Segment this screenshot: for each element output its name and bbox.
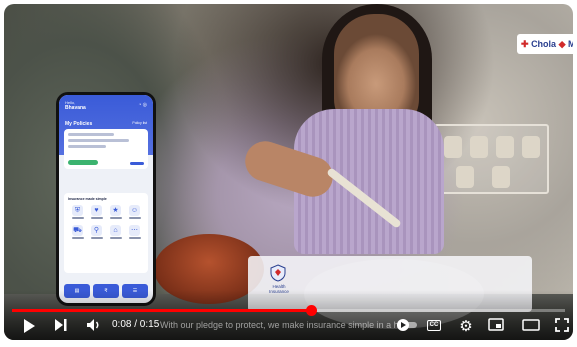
brand-dot-icon: ◆	[558, 39, 566, 49]
jar	[492, 166, 510, 188]
app-header-icons: ◔ ◎	[138, 102, 147, 108]
next-button[interactable]	[52, 318, 70, 337]
video-player[interactable]: ✚ Chola ◆ MS Health Insurance Hello, Bha…	[0, 0, 577, 347]
volume-button[interactable]	[84, 318, 104, 337]
grid-item: ⛨	[68, 205, 87, 219]
app-greeting: Hello,	[65, 100, 76, 105]
jar	[456, 166, 474, 188]
play-icon	[24, 319, 35, 333]
kitchen-shelf	[434, 124, 549, 194]
volume-icon	[87, 319, 99, 331]
theater-mode-button[interactable]	[521, 318, 541, 336]
brand-logo-icon: ✚	[521, 39, 529, 49]
brand-logo: ✚ Chola ◆ MS	[517, 34, 573, 54]
subtitles-button[interactable]: CC	[427, 320, 441, 331]
policy-view-link	[130, 162, 144, 165]
grid-item: ★	[106, 205, 125, 219]
insurance-grid: ⛨ ♥ ★ ☺ ⛟ ⚲ ⌂ ⋯	[68, 205, 144, 239]
progress-bar[interactable]	[12, 305, 565, 316]
grid-item: ⌂	[106, 225, 125, 239]
policy-line	[68, 133, 114, 136]
user-icon: ☺	[129, 205, 140, 216]
fullscreen-button[interactable]	[553, 318, 571, 337]
policy-status-pill	[68, 160, 98, 165]
next-icon	[55, 319, 67, 331]
phone-screen: Hello, Bhavana ◔ ◎ My Policies Policy li…	[59, 95, 153, 303]
jar	[496, 136, 514, 158]
grid-item: ⛟	[68, 225, 87, 239]
fullscreen-icon	[555, 318, 569, 332]
grid-item: ☺	[125, 205, 144, 219]
more-icon: ⋯	[129, 225, 140, 236]
subtitles-icon: CC	[429, 322, 439, 328]
policy-line	[68, 145, 106, 148]
autoplay-toggle[interactable]	[395, 318, 421, 337]
settings-button[interactable]: ⚙	[457, 318, 475, 336]
grid-item: ⚲	[87, 225, 106, 239]
bike-icon: ⚲	[91, 225, 102, 236]
notification-icon: ◔	[138, 102, 142, 108]
brand-name: Chola	[531, 39, 557, 49]
insurance-simple-title: Insurance made simple	[68, 197, 107, 201]
progress-played	[12, 309, 311, 312]
insurance-simple-card: Insurance made simple ⛨ ♥ ★ ☺ ⛟ ⚲ ⌂ ⋯	[64, 193, 148, 273]
jar	[444, 136, 462, 158]
grid-item: ⋯	[125, 225, 144, 239]
time-display: 0:08 / 0:15	[112, 319, 160, 330]
heart-icon: ♥	[91, 205, 102, 216]
miniplayer-button[interactable]	[487, 318, 505, 336]
caption-text: With our pledge to protect, we make insu…	[160, 320, 400, 330]
policies-link: Policy list	[132, 121, 147, 125]
settings-icon: ⚙	[459, 318, 473, 335]
shield-icon	[270, 264, 286, 282]
profile-icon: ◎	[142, 102, 147, 108]
scrubber-handle[interactable]	[305, 305, 317, 316]
star-icon: ★	[110, 205, 121, 216]
autoplay-toggle-icon	[397, 319, 417, 331]
home-icon: ⌂	[110, 225, 121, 236]
play-button[interactable]	[20, 318, 38, 339]
car-icon: ⛟	[72, 225, 83, 236]
theater-icon	[522, 319, 540, 331]
grid-item: ♥	[87, 205, 106, 219]
app-user-name: Bhavana	[65, 105, 86, 111]
policy-card	[64, 129, 148, 169]
policies-title: My Policies	[65, 121, 93, 127]
phone-mockup: Hello, Bhavana ◔ ◎ My Policies Policy li…	[56, 92, 156, 306]
miniplayer-icon	[488, 318, 504, 331]
jar	[470, 136, 488, 158]
brand-suffix: MS	[568, 39, 573, 49]
shield-icon: ⛨	[72, 205, 83, 216]
policy-line	[68, 139, 129, 142]
jar	[522, 136, 540, 158]
